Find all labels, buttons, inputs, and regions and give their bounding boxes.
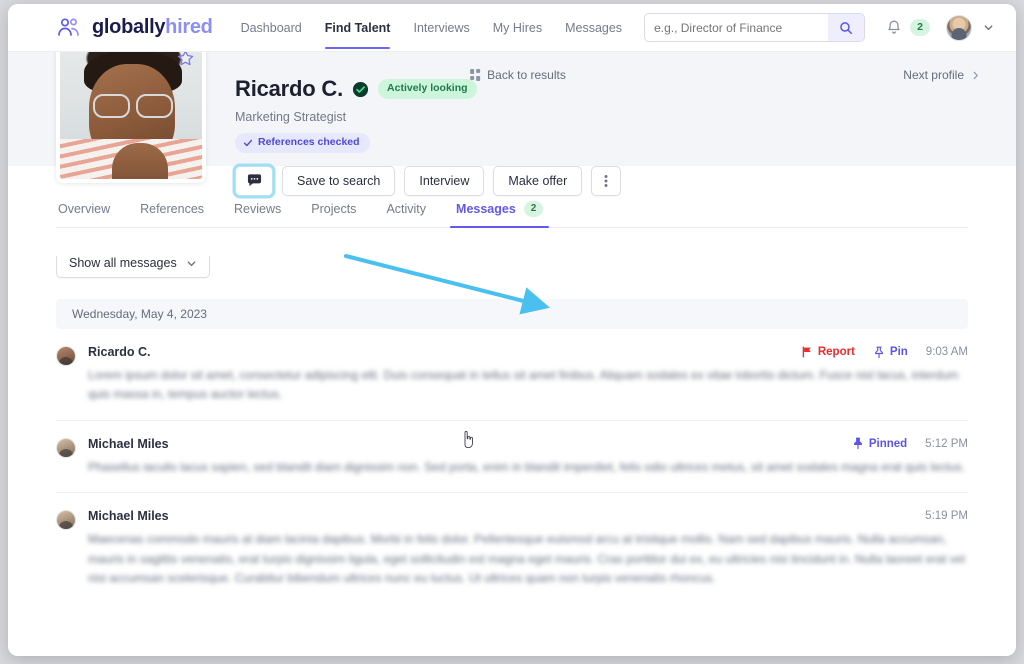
- tab-activity[interactable]: Activity: [384, 193, 428, 226]
- nav-link-messages[interactable]: Messages: [565, 6, 622, 49]
- brand-name-part1: globally: [92, 16, 166, 38]
- message-date-group: Wednesday, May 4, 2023: [56, 299, 968, 329]
- message-actions: Pinned 5:12 PM: [852, 437, 968, 450]
- flag-icon: [802, 346, 811, 358]
- tab-overview[interactable]: Overview: [56, 193, 112, 226]
- status-badge: Actively looking: [378, 79, 477, 99]
- chevron-down-icon: [187, 260, 196, 266]
- more-options-button[interactable]: [591, 165, 622, 196]
- bell-icon[interactable]: [885, 19, 903, 37]
- brand-name: globallyhired: [92, 16, 213, 39]
- tab-messages-badge: 2: [523, 201, 544, 217]
- next-profile-label: Next profile: [903, 68, 964, 82]
- pin-message-button[interactable]: Pin: [873, 346, 908, 359]
- message-timestamp: 5:19 PM: [925, 510, 968, 523]
- references-checked-badge: References checked: [235, 133, 370, 153]
- pin-outline-icon: [874, 346, 883, 358]
- profile-action-buttons: Save to search Interview Make offer: [235, 165, 622, 196]
- profile-tabs: Overview References Reviews Projects Act…: [56, 192, 968, 228]
- message-filter-label: Show all messages: [69, 256, 177, 270]
- make-offer-button[interactable]: Make offer: [493, 165, 583, 196]
- tab-references[interactable]: References: [138, 193, 206, 226]
- tab-reviews[interactable]: Reviews: [232, 193, 283, 226]
- page-title: Ricardo C.: [235, 76, 344, 101]
- profile-hero: Ricardo C. Actively looking Marketing St…: [8, 38, 1016, 256]
- check-icon: [243, 139, 253, 146]
- message-actions: 5:19 PM: [925, 510, 968, 522]
- chevron-right-icon: [973, 71, 978, 79]
- chevron-down-icon[interactable]: [983, 22, 994, 33]
- nav-link-dashboard[interactable]: Dashboard: [241, 6, 302, 49]
- brand-name-part2: hired: [165, 16, 213, 38]
- pin-filled-icon: [853, 438, 862, 450]
- tab-references-label: References: [140, 202, 205, 216]
- photo-glasses: [93, 94, 173, 118]
- message-item: Michael Miles 5:19 PM Maecenas commodo m…: [56, 493, 968, 603]
- message-body-text: Maecenas commodo mauris at diam lacinia …: [88, 532, 966, 586]
- main-nav-links: Dashboard Find Talent Interviews My Hire…: [241, 6, 622, 49]
- nav-link-my-hires[interactable]: My Hires: [493, 6, 542, 49]
- search-box: [644, 13, 866, 42]
- message-content: Michael Miles 5:19 PM Maecenas commodo m…: [88, 509, 968, 588]
- message-timestamp: 5:12 PM: [925, 437, 968, 450]
- tab-overview-label: Overview: [58, 202, 111, 216]
- save-to-search-button[interactable]: Save to search: [282, 165, 396, 196]
- message-actions: Report Pin 9:03 AM: [801, 346, 968, 359]
- candidate-photo: [56, 38, 206, 183]
- brand-logo-link[interactable]: globallyhired: [56, 16, 213, 40]
- message-item: Michael Miles Pinned 5:12 PM Phasellus i…: [56, 421, 968, 494]
- message-header: Ricardo C. Report Pin 9:03 AM: [88, 345, 968, 359]
- nav-link-interviews[interactable]: Interviews: [413, 6, 469, 49]
- pin-label: Pin: [889, 346, 908, 358]
- message-candidate-button[interactable]: [235, 165, 273, 196]
- report-label: Report: [817, 346, 855, 358]
- pinned-indicator[interactable]: Pinned: [852, 437, 907, 450]
- message-author-name: Michael Miles: [88, 509, 169, 524]
- tab-messages[interactable]: Messages 2: [450, 192, 550, 228]
- search-input[interactable]: [645, 14, 829, 41]
- message-body-text: Lorem ipsum dolor sit amet, consectetur …: [88, 368, 959, 402]
- pinned-label: Pinned: [868, 437, 908, 450]
- people-group-icon: [58, 17, 79, 36]
- app-window: globallyhired Dashboard Find Talent Inte…: [8, 4, 1016, 656]
- message-timestamp: 9:03 AM: [925, 346, 968, 358]
- message-header: Michael Miles Pinned 5:12 PM: [88, 437, 968, 451]
- tab-projects-label: Projects: [311, 202, 357, 216]
- profile-details: Ricardo C. Actively looking Marketing St…: [206, 38, 622, 196]
- message-header: Michael Miles 5:19 PM: [88, 509, 968, 523]
- nav-link-find-talent[interactable]: Find Talent: [324, 6, 390, 49]
- message-author-avatar: [56, 510, 76, 531]
- top-navigation-bar: globallyhired Dashboard Find Talent Inte…: [8, 4, 1016, 52]
- profile-role: Marketing Strategist: [235, 110, 347, 124]
- message-item: Ricardo C. Report Pin 9:03 AM Lorem ipsu…: [56, 329, 968, 421]
- message-content: Ricardo C. Report Pin 9:03 AM Lorem ipsu…: [88, 345, 968, 405]
- search-button[interactable]: [828, 14, 865, 41]
- message-body-text: Phasellus iaculis lacus sapien, sed blan…: [88, 459, 966, 474]
- profile-name-row: Ricardo C. Actively looking: [235, 76, 621, 102]
- profile-tabs-container: Overview References Reviews Projects Act…: [8, 192, 1016, 228]
- message-content: Michael Miles Pinned 5:12 PM Phasellus i…: [88, 437, 968, 477]
- tab-activity-label: Activity: [386, 202, 427, 216]
- references-checked-label: References checked: [258, 136, 360, 148]
- message-author-avatar: [56, 346, 76, 366]
- more-vertical-icon: [604, 174, 608, 187]
- next-profile-button[interactable]: Next profile: [903, 68, 980, 82]
- notification-count-badge: 2: [910, 19, 930, 36]
- nav-right-cluster: 2: [885, 14, 994, 41]
- tab-messages-label: Messages: [456, 202, 516, 216]
- report-message-button[interactable]: Report: [801, 346, 855, 358]
- chat-bubble-icon: [247, 174, 261, 187]
- messages-panel: Show all messages Wednesday, May 4, 2023…: [8, 228, 1016, 656]
- tab-projects[interactable]: Projects: [309, 193, 358, 226]
- message-author-avatar: [56, 437, 76, 458]
- user-avatar[interactable]: [946, 14, 972, 41]
- interview-button[interactable]: Interview: [404, 165, 485, 196]
- tab-reviews-label: Reviews: [234, 202, 282, 216]
- message-author-name: Michael Miles: [88, 436, 169, 451]
- search-icon: [840, 21, 853, 34]
- profile-summary: Ricardo C. Actively looking Marketing St…: [56, 38, 622, 196]
- message-author-name: Ricardo C.: [88, 345, 151, 359]
- verified-check-icon: [352, 81, 369, 97]
